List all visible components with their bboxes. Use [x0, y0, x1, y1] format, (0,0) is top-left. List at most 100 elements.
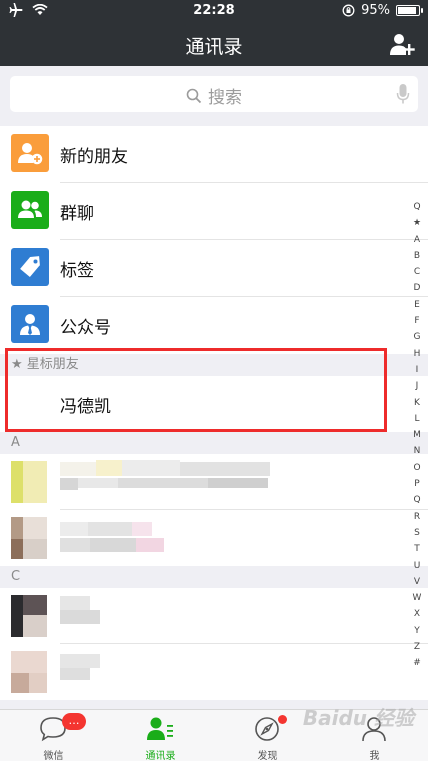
nav-bar: 通讯录 — [0, 22, 428, 66]
index-letter[interactable]: W — [410, 590, 424, 606]
pixel-block — [23, 615, 47, 637]
pixel-block — [23, 461, 47, 503]
new-friends-icon-box — [11, 134, 49, 172]
pixel-block — [208, 478, 268, 488]
pixel-block — [11, 461, 23, 503]
pixel-block — [90, 538, 136, 552]
tags-item[interactable]: 标签 — [0, 240, 428, 297]
pixel-block — [29, 673, 47, 693]
tab-chats[interactable]: … 微信 — [0, 710, 107, 761]
avatar — [11, 517, 47, 559]
index-letter[interactable]: D — [410, 280, 424, 296]
pixel-block — [60, 610, 100, 624]
avatar — [11, 651, 47, 693]
pixel-block — [23, 595, 47, 615]
tags-icon-box — [11, 248, 49, 286]
index-letter[interactable]: # — [410, 655, 424, 671]
pixel-block — [60, 654, 100, 668]
unread-badge: … — [62, 713, 86, 730]
microphone-icon[interactable] — [396, 83, 410, 105]
orientation-lock-icon — [342, 4, 355, 17]
tab-contacts[interactable]: 通讯录 — [107, 710, 214, 761]
index-letter[interactable]: S — [410, 525, 424, 541]
index-letter[interactable]: Y — [410, 623, 424, 639]
list-item[interactable] — [0, 510, 428, 566]
tab-chats-label: 微信 — [43, 751, 64, 761]
tab-contacts-label: 通讯录 — [145, 751, 176, 761]
index-letter[interactable]: O — [410, 460, 424, 476]
search-input[interactable]: 搜索 — [10, 76, 418, 112]
index-letter[interactable]: U — [410, 558, 424, 574]
pixel-block — [118, 478, 208, 488]
watermark-logo: Baidu 经验 — [302, 706, 414, 730]
official-accounts-item[interactable]: 公众号 — [0, 297, 428, 354]
official-accounts-icon-box — [11, 305, 49, 343]
tab-me-label: 我 — [369, 751, 380, 761]
pixel-block — [60, 478, 78, 490]
index-letter[interactable]: B — [410, 248, 424, 264]
pixel-block — [136, 538, 164, 552]
alphabet-index-bar[interactable]: Q ★ A B C D E F G H I J K L M N O P Q R S T U V W X Y Z # — [410, 199, 424, 672]
list-item[interactable] — [0, 644, 428, 700]
pixel-block — [23, 539, 47, 559]
new-friends-label: 新的朋友 — [60, 147, 128, 167]
pixel-block — [132, 522, 152, 536]
official-account-icon — [20, 314, 40, 335]
index-letter[interactable]: G — [410, 329, 424, 345]
index-letter[interactable]: Z — [410, 639, 424, 655]
index-letter[interactable]: T — [410, 541, 424, 557]
page-title: 通讯录 — [185, 36, 243, 58]
index-letter[interactable]: ★ — [410, 215, 424, 231]
list-item[interactable] — [0, 588, 428, 644]
discover-dot — [278, 715, 287, 724]
avatar — [11, 595, 47, 637]
pixel-block — [96, 460, 122, 476]
index-letter[interactable]: F — [410, 313, 424, 329]
index-letter[interactable]: Q — [410, 199, 424, 215]
status-bar: 22:28 95% — [0, 0, 428, 22]
index-letter[interactable]: L — [410, 411, 424, 427]
index-letter[interactable]: X — [410, 606, 424, 622]
index-letter[interactable]: A — [410, 232, 424, 248]
tab-discover-label: 发现 — [257, 751, 278, 761]
index-letter[interactable]: J — [410, 378, 424, 394]
index-letter[interactable]: M — [410, 427, 424, 443]
index-letter[interactable]: I — [410, 362, 424, 378]
index-letter[interactable]: E — [410, 297, 424, 313]
pixel-block — [11, 673, 29, 693]
pixel-block — [122, 460, 180, 476]
group-chat-item[interactable]: 群聊 — [0, 183, 428, 240]
pixel-block — [88, 522, 132, 536]
status-right: 95% — [342, 3, 423, 18]
add-contact-icon[interactable] — [388, 30, 416, 58]
list-item[interactable] — [0, 454, 428, 510]
pixel-block — [60, 538, 90, 552]
index-letter[interactable]: K — [410, 395, 424, 411]
index-letter[interactable]: Q — [410, 492, 424, 508]
new-friends-item[interactable]: 新的朋友 — [0, 126, 428, 183]
pixel-block — [23, 517, 47, 539]
pixel-block — [60, 596, 90, 610]
pixel-block — [60, 522, 88, 536]
index-letter[interactable]: H — [410, 346, 424, 362]
pixel-block — [78, 478, 118, 488]
group-chat-label: 群聊 — [60, 204, 94, 224]
pixel-block — [11, 517, 23, 539]
section-header-c: C — [0, 566, 428, 588]
index-letter[interactable]: C — [410, 264, 424, 280]
tags-label: 标签 — [60, 261, 94, 281]
battery-percent: 95% — [361, 3, 390, 18]
index-letter[interactable]: P — [410, 476, 424, 492]
highlight-box — [5, 348, 387, 432]
index-letter[interactable]: R — [410, 509, 424, 525]
official-accounts-label: 公众号 — [60, 318, 111, 338]
battery-fill — [398, 7, 416, 14]
index-letter[interactable]: N — [410, 443, 424, 459]
contacts-icon — [147, 717, 173, 740]
pixel-block — [11, 651, 47, 673]
section-header-a: A — [0, 432, 428, 454]
index-letter[interactable]: V — [410, 574, 424, 590]
pixel-block — [180, 462, 270, 476]
pixel-block — [11, 539, 23, 559]
pixel-block — [60, 668, 90, 680]
